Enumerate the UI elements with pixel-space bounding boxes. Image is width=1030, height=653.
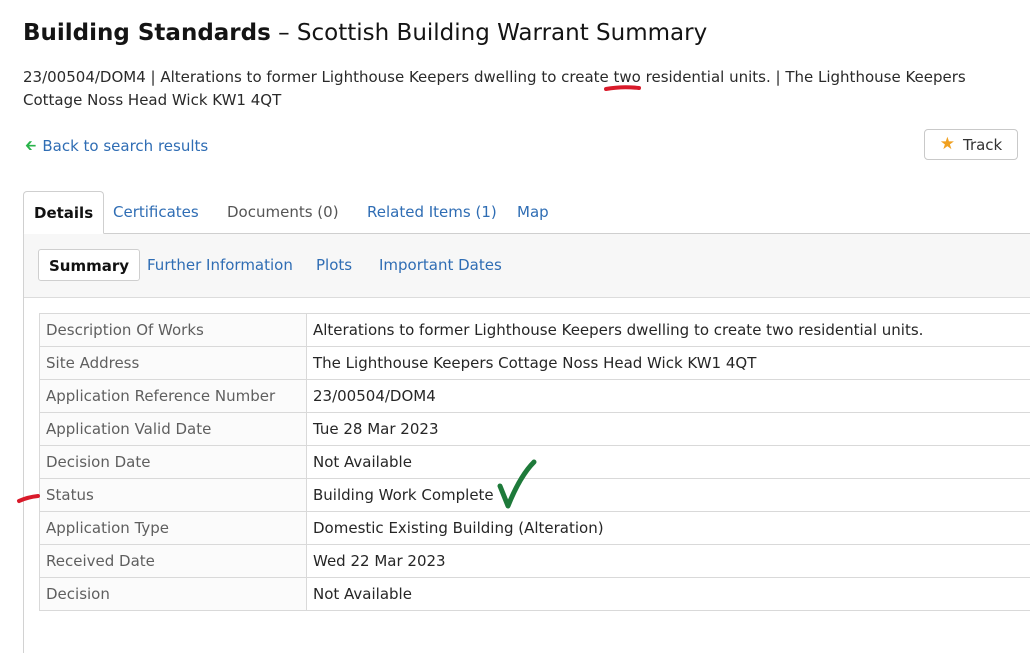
- row-label: Description Of Works: [40, 314, 307, 347]
- table-row: Application Reference Number 23/00504/DO…: [40, 380, 1030, 413]
- tab-documents[interactable]: Documents (0): [227, 191, 339, 233]
- row-value: 23/00504/DOM4: [307, 380, 1030, 413]
- row-value: Alterations to former Lighthouse Keepers…: [307, 314, 1030, 347]
- row-value: Building Work Complete: [307, 479, 1030, 512]
- tab-certificates[interactable]: Certificates: [113, 191, 199, 233]
- row-value: Wed 22 Mar 2023: [307, 545, 1030, 578]
- subtab-plots[interactable]: Plots: [316, 249, 352, 281]
- main-tabs: Details Certificates Documents (0) Relat…: [23, 191, 1030, 234]
- tab-related-items[interactable]: Related Items (1): [367, 191, 497, 233]
- star-icon: ★: [940, 136, 955, 153]
- table-row: Decision Date Not Available: [40, 446, 1030, 479]
- row-value: Domestic Existing Building (Alteration): [307, 512, 1030, 545]
- back-to-search-link[interactable]: 🡰 Back to search results: [25, 137, 208, 155]
- summary-table: Description Of Works Alterations to form…: [39, 313, 1030, 611]
- row-label: Received Date: [40, 545, 307, 578]
- row-value: Not Available: [307, 578, 1030, 611]
- row-label: Decision Date: [40, 446, 307, 479]
- row-label: Site Address: [40, 347, 307, 380]
- page-title-strong: Building Standards: [23, 20, 271, 46]
- subtab-further-information[interactable]: Further Information: [147, 249, 293, 281]
- row-label: Application Valid Date: [40, 413, 307, 446]
- row-value: Not Available: [307, 446, 1030, 479]
- table-row: Site Address The Lighthouse Keepers Cott…: [40, 347, 1030, 380]
- table-row: Decision Not Available: [40, 578, 1030, 611]
- table-row: Description Of Works Alterations to form…: [40, 314, 1030, 347]
- arrow-left-icon: 🡰: [25, 139, 36, 153]
- tab-details[interactable]: Details: [23, 191, 104, 234]
- application-summary-line: 23/00504/DOM4 | Alterations to former Li…: [23, 66, 1013, 112]
- table-row: Received Date Wed 22 Mar 2023: [40, 545, 1030, 578]
- sub-tabs: Summary Further Information Plots Import…: [24, 234, 1030, 298]
- page-title: Building Standards – Scottish Building W…: [23, 20, 707, 46]
- table-row: Application Valid Date Tue 28 Mar 2023: [40, 413, 1030, 446]
- track-button[interactable]: ★ Track: [924, 129, 1018, 160]
- row-value: Tue 28 Mar 2023: [307, 413, 1030, 446]
- row-label: Application Type: [40, 512, 307, 545]
- row-label: Decision: [40, 578, 307, 611]
- row-label: Application Reference Number: [40, 380, 307, 413]
- subtab-important-dates[interactable]: Important Dates: [379, 249, 502, 281]
- table-row: Status Building Work Complete: [40, 479, 1030, 512]
- row-value: The Lighthouse Keepers Cottage Noss Head…: [307, 347, 1030, 380]
- subtab-summary[interactable]: Summary: [38, 249, 140, 281]
- page-title-rest: – Scottish Building Warrant Summary: [271, 20, 707, 46]
- table-row: Application Type Domestic Existing Build…: [40, 512, 1030, 545]
- row-label: Status: [40, 479, 307, 512]
- tab-map[interactable]: Map: [517, 191, 549, 233]
- track-button-label: Track: [963, 136, 1002, 154]
- back-link-label: Back to search results: [42, 137, 208, 155]
